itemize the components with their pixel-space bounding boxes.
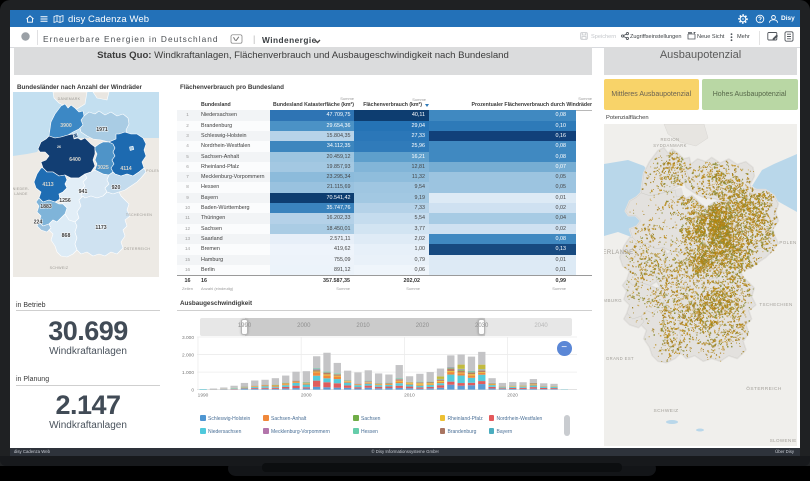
svg-text:3900: 3900 bbox=[60, 123, 72, 129]
svg-text:ÖSTERREICH: ÖSTERREICH bbox=[746, 385, 782, 392]
svg-text:6400: 6400 bbox=[69, 157, 81, 163]
svg-text:0: 0 bbox=[191, 387, 194, 393]
svg-text:920: 920 bbox=[112, 185, 121, 191]
svg-text:1256: 1256 bbox=[59, 198, 71, 204]
svg-text:2.000: 2.000 bbox=[182, 352, 194, 358]
svg-text:26: 26 bbox=[57, 145, 61, 149]
svg-text:SCHWEIZ: SCHWEIZ bbox=[654, 408, 679, 414]
svg-text:GRAND EST: GRAND EST bbox=[606, 356, 634, 361]
svg-text:4114: 4114 bbox=[120, 166, 131, 172]
svg-text:LUXEMBURG: LUXEMBURG bbox=[604, 298, 622, 303]
svg-text:3.000: 3.000 bbox=[182, 335, 194, 341]
svg-text:2020: 2020 bbox=[507, 393, 518, 399]
svg-text:224: 224 bbox=[34, 219, 43, 225]
svg-text:DÄNEMARK: DÄNEMARK bbox=[58, 97, 81, 101]
svg-text:2000: 2000 bbox=[301, 393, 312, 399]
svg-text:941: 941 bbox=[79, 189, 88, 195]
svg-text:3025: 3025 bbox=[97, 165, 109, 171]
svg-text:1971: 1971 bbox=[96, 127, 108, 133]
svg-text:TSCHECHIEN: TSCHECHIEN bbox=[126, 213, 152, 217]
svg-text:4113: 4113 bbox=[42, 182, 53, 188]
svg-text:REGION: REGION bbox=[661, 137, 680, 142]
svg-text:TSCHECHIEN: TSCHECHIEN bbox=[759, 302, 792, 307]
svg-text:ÖSTERREICH: ÖSTERREICH bbox=[124, 247, 151, 251]
svg-text:LANDE: LANDE bbox=[14, 192, 28, 196]
svg-text:POLEN: POLEN bbox=[779, 240, 796, 245]
svg-text:ERLANDE: ERLANDE bbox=[604, 250, 634, 256]
svg-text:868: 868 bbox=[62, 233, 71, 239]
svg-text:SCHWEIZ: SCHWEIZ bbox=[50, 266, 69, 270]
svg-text:SLOWENIEN: SLOWENIEN bbox=[770, 438, 797, 443]
svg-text:2010: 2010 bbox=[404, 393, 415, 399]
svg-text:1883: 1883 bbox=[40, 204, 52, 210]
svg-text:NIEDER-: NIEDER- bbox=[13, 187, 30, 191]
svg-text:SYDDANMARK: SYDDANMARK bbox=[653, 143, 687, 148]
svg-text:1.000: 1.000 bbox=[182, 370, 194, 376]
svg-text:POLEN: POLEN bbox=[146, 169, 159, 173]
svg-text:1990: 1990 bbox=[198, 393, 209, 399]
svg-text:27: 27 bbox=[73, 134, 77, 138]
svg-text:1173: 1173 bbox=[95, 225, 106, 231]
